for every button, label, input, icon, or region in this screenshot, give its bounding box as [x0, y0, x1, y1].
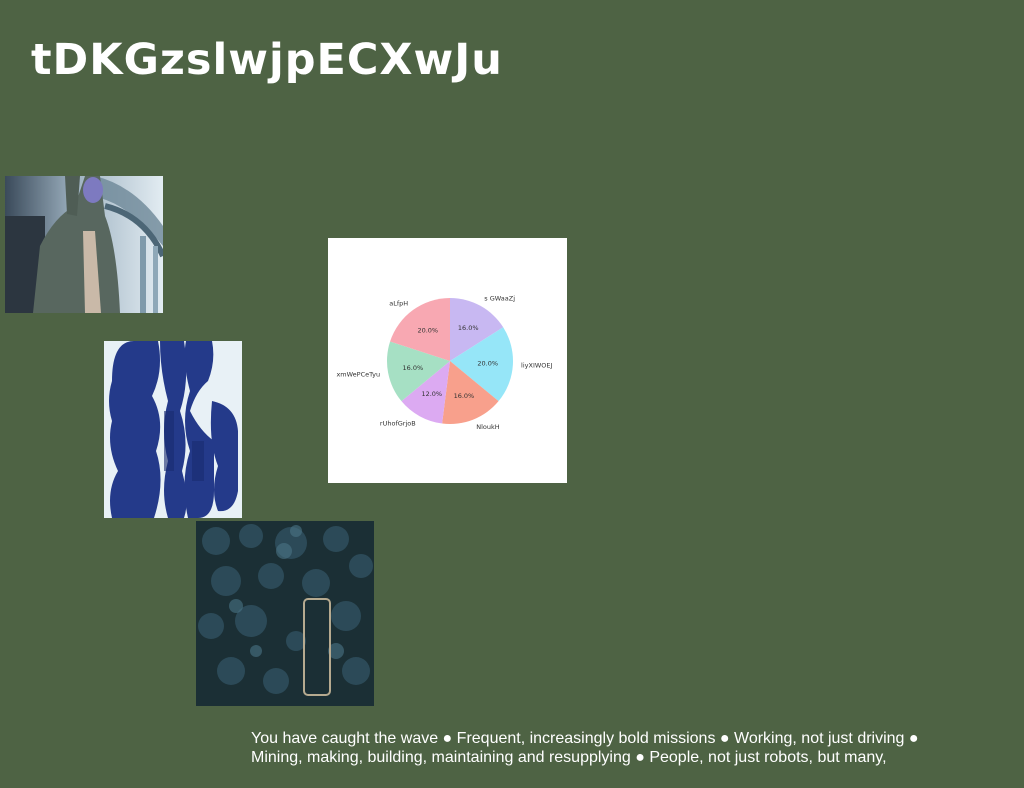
pie-slice-label: NloukH — [476, 423, 500, 431]
photo-man-in-coat — [5, 176, 163, 313]
page-title: tDKGzslwjpECXwJu — [31, 35, 503, 85]
pie-chart-canvas: 16.0% s GWaaZj 20.0% liyXIWOEJ 16.0% NloukH 12… — [336, 295, 552, 432]
pie-slice-percent: 20.0% — [417, 326, 438, 334]
pie-slice-label: aLfpH — [389, 299, 408, 307]
pie-slice-label: s GWaaZj — [484, 295, 515, 303]
pie-slice-percent: 16.0% — [454, 392, 475, 400]
pattern-photo-icon — [104, 341, 242, 518]
pie-slice-percent: 16.0% — [458, 324, 479, 332]
photo-blue-wave-pattern — [104, 341, 242, 518]
aerial-photo-icon — [196, 521, 374, 706]
photo-aerial-forest — [196, 521, 374, 706]
person-photo-icon — [5, 176, 163, 313]
pie-slice-label: xmWePCeTyu — [336, 370, 380, 378]
pie-slice-percent: 12.0% — [421, 390, 442, 398]
pie-slice-label: liyXIWOEJ — [521, 361, 552, 369]
pie-chart: 16.0% s GWaaZj 20.0% liyXIWOEJ 16.0% NloukH 12… — [328, 238, 567, 483]
pie-slice-percent: 20.0% — [477, 359, 498, 367]
pie-slice-percent: 16.0% — [403, 364, 424, 372]
caption-text: You have caught the wave ● Frequent, inc… — [251, 730, 919, 766]
pie-slice-label: rUhofGrjoB — [380, 419, 416, 427]
